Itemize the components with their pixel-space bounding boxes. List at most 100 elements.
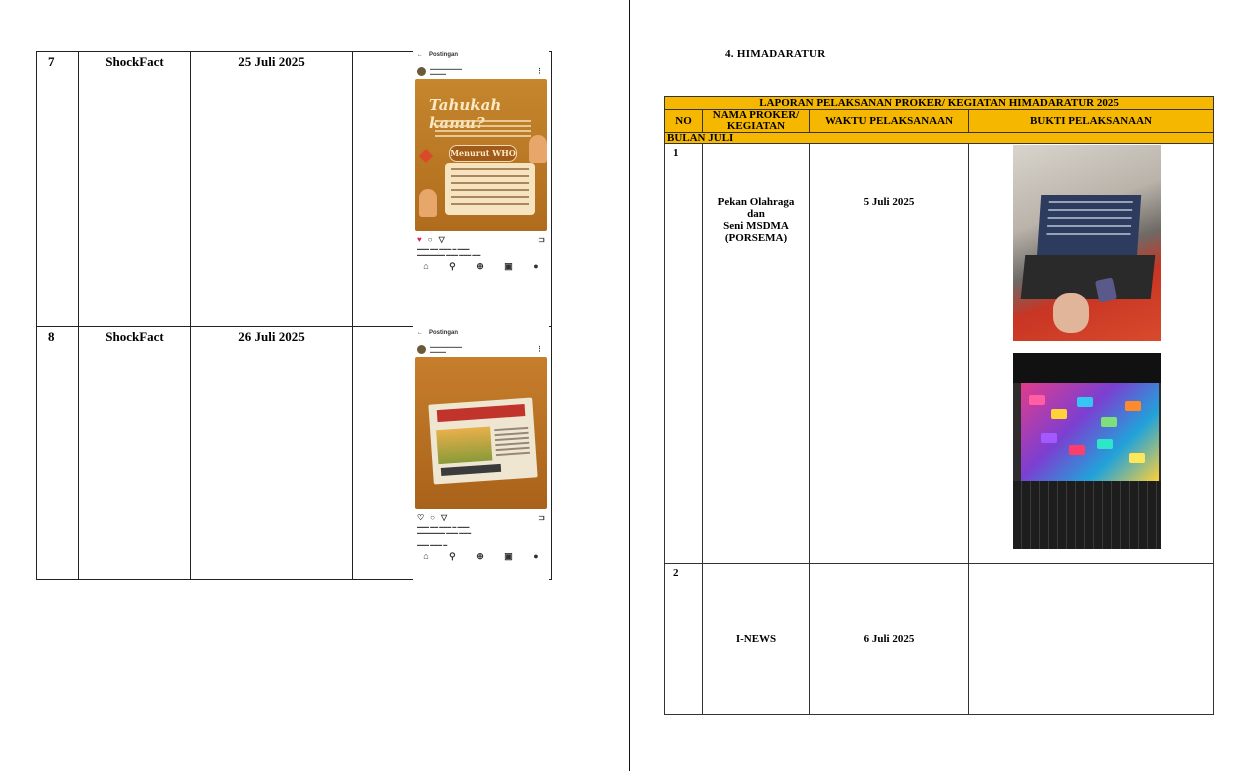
add-icon: ⊕ <box>476 551 484 561</box>
activity-table: 7 ShockFact 25 Juli 2025 ← Postingan ▬▬▬… <box>36 47 552 581</box>
row-number: 1 <box>664 143 703 564</box>
activity-date: 26 Juli 2025 <box>190 326 353 580</box>
post-image-tahukah: Tahukah kamu? Menurut WHO <box>415 79 547 231</box>
bookmark-icon: ⊐ <box>538 235 545 244</box>
post-topbar: ← Postingan <box>413 325 549 341</box>
activity-name-line: Seni MSDMA <box>723 220 789 232</box>
colorful-screen <box>1021 383 1159 481</box>
heart-outline-icon: ♡ <box>417 513 425 522</box>
month-label: BULAN JULI <box>663 132 1215 144</box>
instagram-post-screenshot: ← Postingan ▬▬▬▬▬▬▬▬ ▬▬▬▬ ⋮ ♡ ○ ▽ ⊐ ▬▬▬ … <box>413 325 549 581</box>
art-badge: Menurut WHO <box>449 145 517 162</box>
reels-icon: ▣ <box>504 261 513 271</box>
comment-icon: ○ <box>430 513 436 522</box>
post-author-row: ▬▬▬▬▬▬▬▬ ▬▬▬▬ ⋮ <box>413 341 549 357</box>
table-row: 2 I-NEWS 6 Juli 2025 <box>664 563 1215 715</box>
instagram-post-screenshot: ← Postingan ▬▬▬▬▬▬▬▬ ▬▬▬▬ ⋮ Tahukah kamu?… <box>413 47 549 329</box>
activity-name: ShockFact <box>78 51 191 327</box>
header-name: NAMA PROKER/ KEGIATAN <box>702 109 810 133</box>
bottom-nav: ⌂ ⚲ ⊕ ▣ ● <box>413 258 549 275</box>
laptop-keyboard <box>1013 481 1161 549</box>
event-photo-wallpaper <box>1013 353 1161 549</box>
proof-cell <box>967 563 1215 715</box>
header-proof: BUKTI PELAKSANAAN <box>967 109 1215 133</box>
activity-date: 6 Juli 2025 <box>809 563 969 715</box>
newspaper-photo <box>436 426 493 465</box>
table-row: 7 ShockFact 25 Juli 2025 ← Postingan ▬▬▬… <box>36 47 552 329</box>
heart-icon: ♥ <box>417 235 422 244</box>
art-text-box <box>445 163 535 215</box>
color-tile <box>1041 433 1057 443</box>
more-options-icon: ⋮ <box>536 68 543 75</box>
post-topbar: ← Postingan <box>413 47 549 63</box>
search-icon: ⚲ <box>449 551 456 561</box>
reels-icon: ▣ <box>504 551 513 561</box>
table-header-row: NO NAMA PROKER/ KEGIATAN WAKTU PELAKSANA… <box>664 109 1215 133</box>
right-document-page: 4. HIMADARATUR LAPORAN PELAKSANAN PROKER… <box>631 0 1251 771</box>
post-image-newspaper <box>415 357 547 509</box>
color-tile <box>1125 401 1141 411</box>
activity-name: ShockFact <box>78 326 191 580</box>
post-actions: ♥ ○ ▽ ⊐ <box>413 231 549 246</box>
newspaper-art <box>428 397 538 485</box>
laptop-bezel <box>1013 353 1161 383</box>
proof-cell: ← Postingan ▬▬▬▬▬▬▬▬ ▬▬▬▬ ⋮ Tahukah kamu?… <box>352 47 552 329</box>
section-heading: 4. HIMADARATUR <box>725 48 826 60</box>
activity-name-line: Pekan Olahraga <box>717 196 795 208</box>
table-title: LAPORAN PELAKSANAN PROKER/ KEGIATAN HIMA… <box>663 96 1215 110</box>
post-actions: ♡ ○ ▽ ⊐ <box>413 509 549 524</box>
art-text-lines <box>435 117 531 140</box>
header-date: WAKTU PELAKSANAAN <box>809 109 969 133</box>
newspaper-headline-bar <box>436 404 526 423</box>
color-tile <box>1101 417 1117 427</box>
bottom-nav: ⌂ ⚲ ⊕ ▣ ● <box>413 548 549 565</box>
color-tile <box>1097 439 1113 449</box>
activity-name: Pekan Olahraga dan Seni MSDMA (PORSEMA) <box>702 143 810 564</box>
hand <box>1053 293 1089 333</box>
activity-name-line: dan <box>747 208 765 220</box>
figure-right <box>529 135 547 163</box>
search-icon: ⚲ <box>449 261 456 271</box>
share-icon: ▽ <box>438 235 445 244</box>
newspaper-column <box>494 424 531 459</box>
row-number: 8 <box>36 326 79 580</box>
bookmark-icon: ⊐ <box>538 513 545 522</box>
topbar-title: Postingan <box>429 330 459 336</box>
avatar <box>417 344 426 354</box>
author-name-blur: ▬▬▬▬▬▬▬▬ ▬▬▬▬ <box>430 66 462 76</box>
post-caption-blur: ▬▬▬ ▬▬ ▬▬▬ ▬ ▬▬▬ ▬▬▬▬▬▬▬ ▬▬▬ ▬▬▬ ▬▬▬ ▬▬▬ ▬ <box>417 524 472 547</box>
color-tile <box>1029 395 1045 405</box>
row-number: 7 <box>36 51 79 327</box>
home-icon: ⌂ <box>423 261 429 271</box>
table-row: 8 ShockFact 26 Juli 2025 ← Postingan ▬▬▬… <box>36 325 552 581</box>
share-icon: ▽ <box>441 513 448 522</box>
post-author-row: ▬▬▬▬▬▬▬▬ ▬▬▬▬ ⋮ <box>413 63 549 79</box>
laptop-keyboard <box>1020 255 1156 299</box>
figure-left <box>419 189 437 217</box>
activity-name: I-NEWS <box>702 563 810 715</box>
profile-icon: ● <box>533 261 539 271</box>
avatar <box>417 66 426 76</box>
header-no: NO <box>664 109 703 133</box>
topbar-title: Postingan <box>429 52 459 58</box>
laptop-screen <box>1036 195 1142 259</box>
add-icon: ⊕ <box>476 261 484 271</box>
color-tile <box>1077 397 1093 407</box>
color-tile <box>1051 409 1067 419</box>
activity-date: 5 Juli 2025 <box>809 143 969 564</box>
profile-icon: ● <box>533 551 539 561</box>
event-photo-laptop <box>1013 145 1161 341</box>
month-row: BULAN JULI <box>663 132 1215 144</box>
table-row: 1 Pekan Olahraga dan Seni MSDMA (PORSEMA… <box>664 143 1215 564</box>
comment-icon: ○ <box>427 235 433 244</box>
newspaper-footer-bar <box>440 463 502 476</box>
color-tile <box>1069 445 1085 455</box>
author-name-blur: ▬▬▬▬▬▬▬▬ ▬▬▬▬ <box>430 344 462 354</box>
back-arrow-icon: ← <box>417 330 423 336</box>
proof-cell: ← Postingan ▬▬▬▬▬▬▬▬ ▬▬▬▬ ⋮ ♡ ○ ▽ ⊐ ▬▬▬ … <box>352 325 552 581</box>
home-icon: ⌂ <box>423 551 429 561</box>
activity-date: 25 Juli 2025 <box>190 51 353 327</box>
color-tile <box>1129 453 1145 463</box>
row-number: 2 <box>664 563 703 715</box>
left-document-page: 7 ShockFact 25 Juli 2025 ← Postingan ▬▬▬… <box>0 0 630 771</box>
